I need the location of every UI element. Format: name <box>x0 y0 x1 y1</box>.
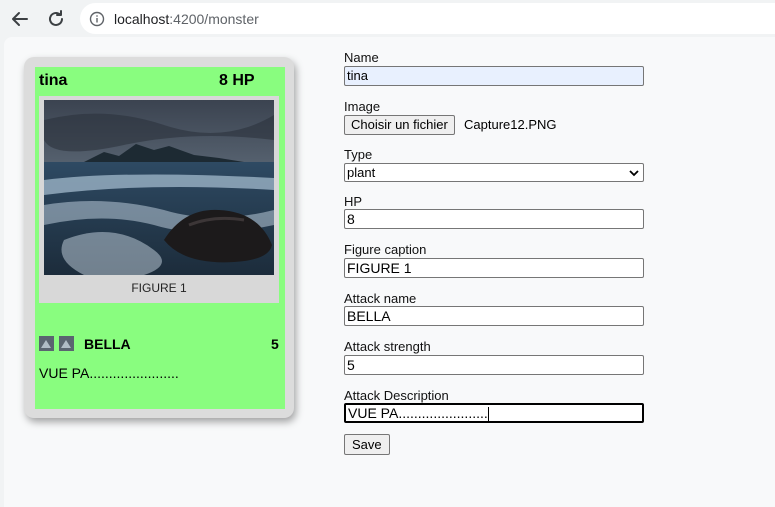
reload-button[interactable] <box>41 4 71 34</box>
back-arrow-icon <box>12 12 28 26</box>
url-path: :4200/monster <box>169 10 259 27</box>
energy-icon <box>59 336 74 351</box>
attack-energy-icons <box>39 336 74 351</box>
back-button[interactable] <box>5 4 35 34</box>
attack-description-input[interactable]: VUE PA....................... <box>344 403 644 423</box>
site-info-icon[interactable] <box>89 11 105 27</box>
attack-name: BELLA <box>84 336 131 352</box>
energy-icon <box>39 336 54 351</box>
text-caret <box>487 407 489 422</box>
attack-name-input[interactable]: BELLA <box>344 306 644 326</box>
type-select-value: plant <box>347 165 376 180</box>
type-label: Type <box>344 147 373 162</box>
name-label: Name <box>344 50 379 65</box>
figure-caption-label: Figure caption <box>344 242 427 257</box>
attack-name-label: Attack name <box>344 291 417 306</box>
image-label: Image <box>344 99 381 114</box>
attack-strength-input[interactable]: 5 <box>344 355 644 375</box>
chevron-down-icon <box>629 170 639 177</box>
hp-label: HP <box>344 194 363 209</box>
attack-description: VUE PA....................... <box>39 365 179 381</box>
choose-file-button[interactable]: Choisir un fichier <box>344 115 455 135</box>
hp-input[interactable]: 8 <box>344 209 644 229</box>
card-name: tina <box>39 72 68 89</box>
selected-file-name: Capture12.PNG <box>464 117 557 132</box>
attack-strength: 5 <box>271 336 279 352</box>
attack-description-label: Attack Description <box>344 388 449 403</box>
monster-image <box>44 100 274 275</box>
address-bar[interactable]: localhost:4200/monster <box>80 3 775 34</box>
type-select[interactable]: plant <box>344 163 644 182</box>
name-input[interactable]: tina <box>344 66 644 86</box>
figure-caption: FIGURE 1 <box>131 281 187 295</box>
figure-caption-input[interactable]: FIGURE 1 <box>344 258 644 278</box>
attack-strength-label: Attack strength <box>344 339 431 354</box>
browser-toolbar: localhost:4200/monster <box>0 0 775 37</box>
reload-icon <box>49 10 63 26</box>
attack-description-value: VUE PA....................... <box>348 405 488 421</box>
card-hp: 8 HP <box>219 72 255 89</box>
url-host: localhost <box>114 10 170 27</box>
save-button[interactable]: Save <box>344 434 390 455</box>
